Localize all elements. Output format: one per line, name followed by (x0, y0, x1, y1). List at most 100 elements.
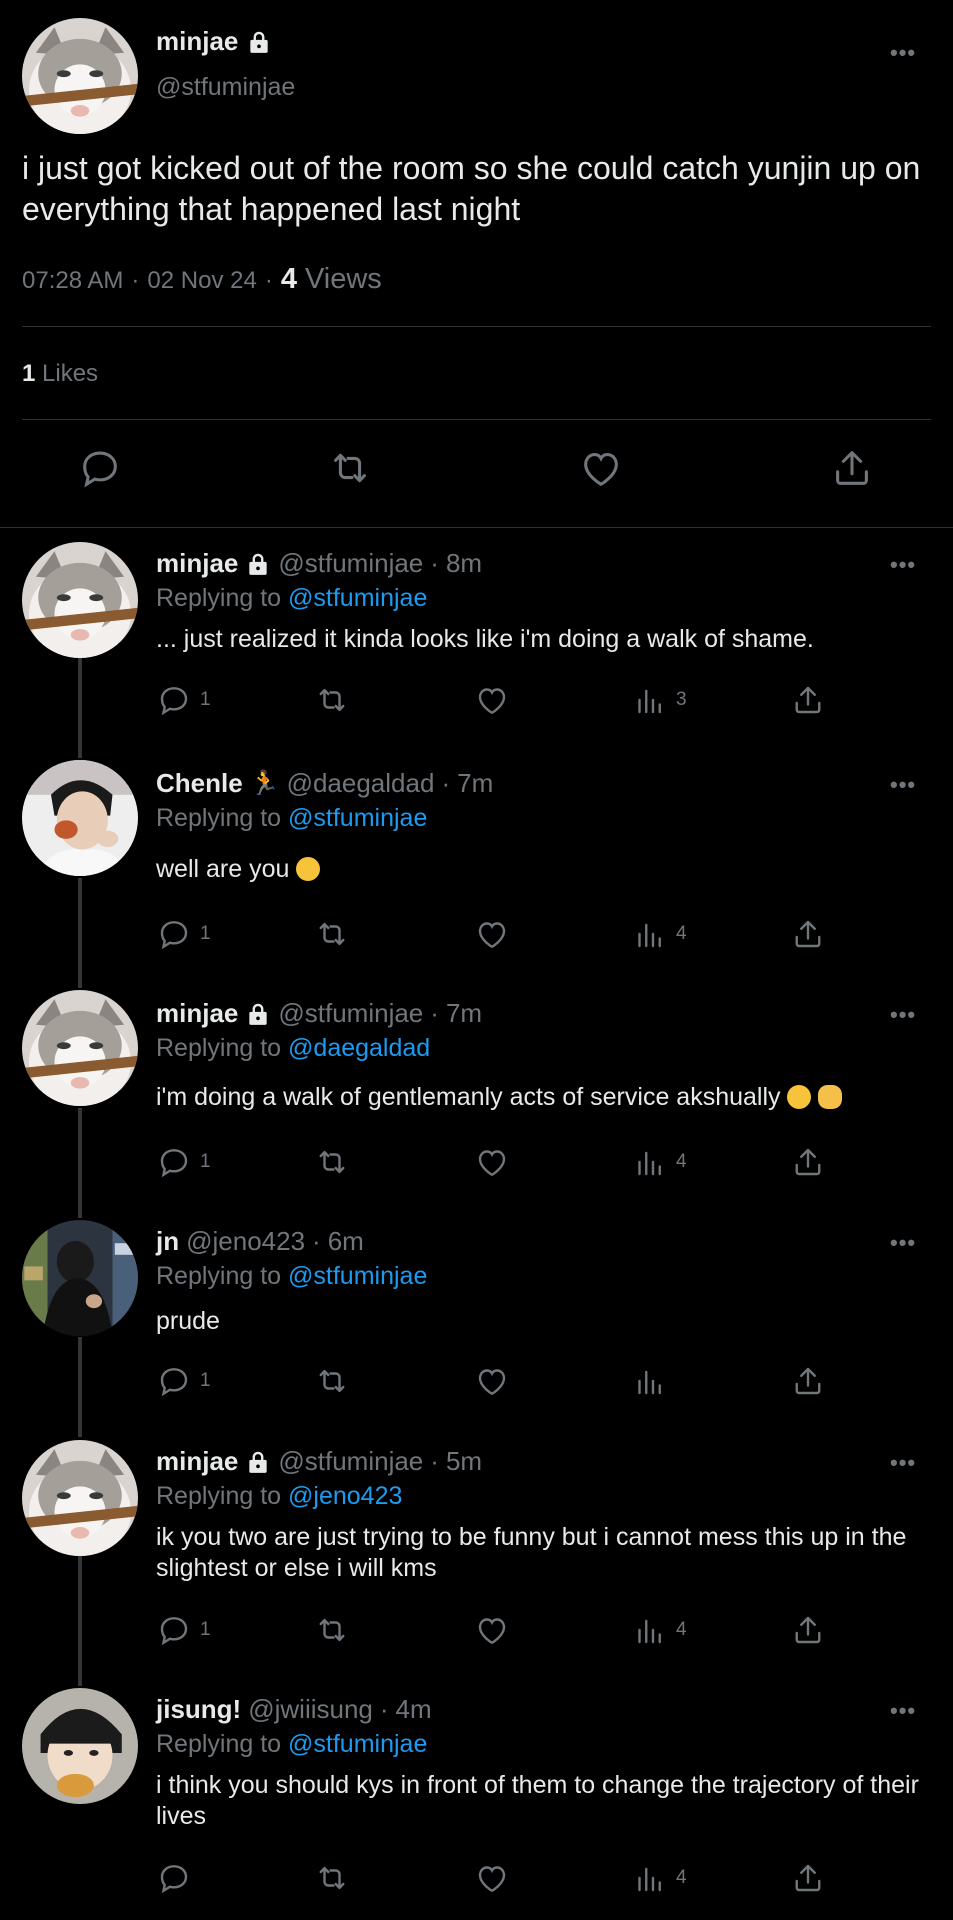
tweet-date[interactable]: 02 Nov 24 (147, 267, 256, 295)
reply-button[interactable]: 1 (156, 916, 211, 952)
like-button[interactable] (474, 682, 510, 718)
reply-time[interactable]: 8m (446, 548, 482, 579)
views-label: Views (304, 263, 382, 295)
author-handle[interactable]: @stfuminjae (278, 1446, 423, 1477)
like-button[interactable] (474, 1860, 510, 1896)
share-button[interactable] (790, 916, 826, 952)
views-button[interactable]: 4 (632, 916, 687, 952)
avatar[interactable] (22, 1440, 138, 1556)
share-icon[interactable] (829, 445, 875, 491)
tweet-actions (0, 445, 953, 501)
author-name[interactable]: minjae (156, 998, 238, 1029)
reply-text: prude (156, 1307, 220, 1335)
retweet-button[interactable] (314, 1860, 350, 1896)
retweet-button[interactable] (314, 1612, 350, 1648)
reply-time[interactable]: 4m (396, 1694, 432, 1725)
views-icon (632, 916, 668, 952)
likes-stat[interactable]: 1 Likes (22, 360, 98, 388)
retweet-button[interactable] (314, 682, 350, 718)
reply-time[interactable]: 5m (446, 1446, 482, 1477)
reply-button[interactable]: 1 (156, 682, 211, 718)
reply-count: 1 (200, 923, 211, 944)
likes-label: Likes (42, 360, 99, 387)
author-name[interactable]: minjae (156, 548, 238, 579)
author-handle[interactable]: @jeno423 (186, 1226, 305, 1257)
reply-button[interactable]: 1 (156, 1144, 211, 1180)
reply-button[interactable]: 1 (156, 1612, 211, 1648)
replying-to: Replying to @daegaldad (156, 1034, 430, 1063)
more-options-icon[interactable]: ••• (890, 1230, 916, 1256)
reply-button[interactable]: 1 (156, 1363, 211, 1399)
author-handle[interactable]: @daegaldad (287, 768, 435, 799)
author-handle[interactable]: @stfuminjae (278, 548, 423, 579)
author-name[interactable]: minjae (156, 26, 272, 57)
replying-to-link[interactable]: @stfuminjae (288, 1730, 427, 1758)
avatar[interactable] (22, 542, 138, 658)
views-button[interactable]: 3 (632, 682, 687, 718)
share-icon (790, 1860, 826, 1896)
reply-tweet[interactable]: jn @jeno423 · 6m ••• Replying to @stfumi… (0, 1220, 953, 1420)
reply-tweet[interactable]: minjae @stfuminjae · 5m ••• Replying to … (0, 1440, 953, 1660)
views-button[interactable]: 4 (632, 1144, 687, 1180)
reply-button[interactable] (156, 1860, 200, 1896)
views-button[interactable]: 4 (632, 1612, 687, 1648)
tweet-time[interactable]: 07:28 AM (22, 267, 123, 295)
avatar[interactable] (22, 990, 138, 1106)
avatar[interactable] (22, 760, 138, 876)
replying-to-link[interactable]: @stfuminjae (288, 804, 427, 832)
more-options-icon[interactable]: ••• (890, 772, 916, 798)
more-options-icon[interactable]: ••• (890, 552, 916, 578)
reply-header: minjae @stfuminjae · 8m (156, 548, 482, 579)
author-handle[interactable]: @stfuminjae (278, 998, 423, 1029)
reply-tweet[interactable]: jisung! @jwiiisung · 4m ••• Replying to … (0, 1688, 953, 1913)
replying-to: Replying to @stfuminjae (156, 804, 427, 833)
replying-to-link[interactable]: @stfuminjae (288, 584, 427, 612)
views-icon (632, 1860, 668, 1896)
share-button[interactable] (790, 1612, 826, 1648)
avatar[interactable] (22, 1688, 138, 1804)
reply-icon[interactable] (77, 445, 123, 491)
author-handle[interactable]: @stfuminjae (156, 73, 295, 102)
views-count: 3 (676, 689, 687, 710)
share-button[interactable] (790, 1860, 826, 1896)
author-handle[interactable]: @jwiiisung (248, 1694, 373, 1725)
reply-tweet[interactable]: minjae @stfuminjae · 7m ••• Replying to … (0, 990, 953, 1200)
share-button[interactable] (790, 1144, 826, 1180)
avatar[interactable] (22, 1220, 138, 1336)
heart-icon[interactable] (578, 445, 624, 491)
reply-header: minjae @stfuminjae · 5m (156, 1446, 482, 1477)
replying-label: Replying to (156, 1730, 282, 1758)
like-button[interactable] (474, 1612, 510, 1648)
replying-to-link[interactable]: @stfuminjae (288, 1262, 427, 1290)
lock-icon (245, 1001, 271, 1027)
retweet-button[interactable] (314, 916, 350, 952)
views-button[interactable]: 4 (632, 1860, 687, 1896)
more-options-icon[interactable]: ••• (890, 1002, 916, 1028)
author-name[interactable]: jn (156, 1226, 179, 1257)
reply-actions: 1 3 (156, 682, 836, 722)
reply-time[interactable]: 7m (457, 768, 493, 799)
author-name[interactable]: jisung! (156, 1694, 241, 1725)
share-button[interactable] (790, 682, 826, 718)
like-button[interactable] (474, 916, 510, 952)
views-button[interactable] (632, 1363, 676, 1399)
more-options-icon[interactable]: ••• (890, 1698, 916, 1724)
avatar[interactable] (22, 18, 138, 134)
replying-to-link[interactable]: @jeno423 (288, 1482, 402, 1510)
author-name[interactable]: minjae (156, 1446, 238, 1477)
like-button[interactable] (474, 1144, 510, 1180)
author-name[interactable]: Chenle (156, 768, 243, 799)
share-button[interactable] (790, 1363, 826, 1399)
more-options-icon[interactable]: ••• (890, 1450, 916, 1476)
like-button[interactable] (474, 1363, 510, 1399)
replying-to-link[interactable]: @daegaldad (288, 1034, 430, 1062)
retweet-icon[interactable] (327, 445, 373, 491)
reply-time[interactable]: 7m (446, 998, 482, 1029)
more-options-icon[interactable]: ••• (890, 40, 916, 66)
reply-tweet[interactable]: Chenle 🏃 @daegaldad · 7m ••• Replying to… (0, 760, 953, 980)
reply-time[interactable]: 6m (328, 1226, 364, 1257)
reply-text: ik you two are just trying to be funny b… (156, 1523, 907, 1582)
reply-tweet[interactable]: minjae @stfuminjae · 8m ••• Replying to … (0, 540, 953, 750)
retweet-button[interactable] (314, 1144, 350, 1180)
retweet-button[interactable] (314, 1363, 350, 1399)
